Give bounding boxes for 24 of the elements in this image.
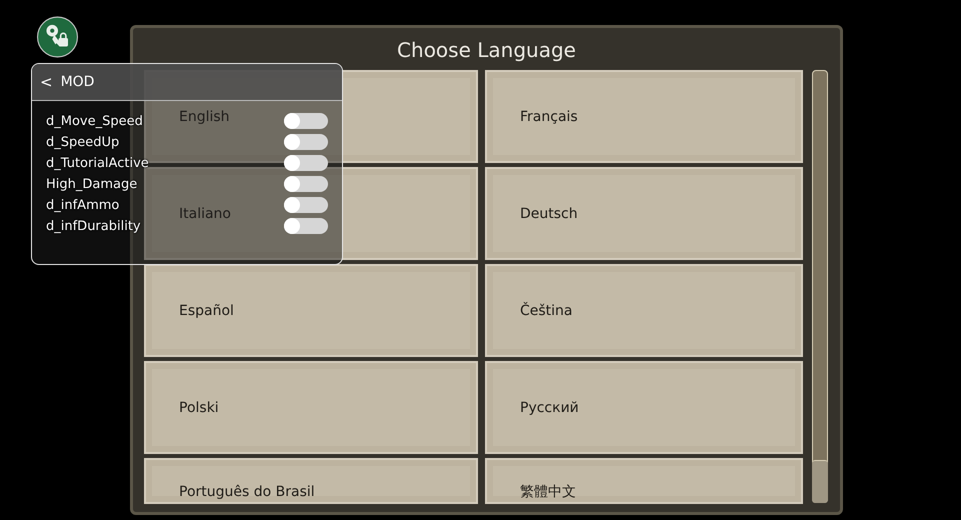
menu-title: MOD — [60, 74, 94, 90]
language-button[interactable]: Čeština — [485, 264, 803, 357]
language-button[interactable]: 繁體中文 — [485, 458, 803, 504]
language-button[interactable]: Français — [485, 70, 803, 163]
language-button[interactable]: Polski — [144, 361, 478, 454]
toggle-switch[interactable] — [284, 134, 328, 150]
scroll-thumb[interactable] — [812, 460, 828, 503]
dialog-title: Choose Language — [397, 38, 576, 64]
option-label: d_SpeedUp — [46, 134, 120, 150]
toggle-switch[interactable] — [284, 155, 328, 171]
back-button[interactable]: < — [40, 73, 53, 91]
scrollbar[interactable] — [812, 70, 828, 503]
language-button[interactable]: Español — [144, 264, 478, 357]
toggle-switch[interactable] — [284, 113, 328, 129]
option-label: d_Move_Speed — [46, 114, 143, 128]
toggle-switch[interactable] — [284, 176, 328, 192]
toggle-switch[interactable] — [284, 218, 328, 234]
language-button[interactable]: Português do Brasil — [144, 458, 478, 504]
option-label: High_Damage — [46, 176, 138, 192]
option-label: d_infDurability — [46, 218, 141, 234]
language-button[interactable]: Deutsch — [485, 167, 803, 260]
toggle-switch[interactable] — [284, 197, 328, 213]
language-button[interactable]: Русский — [485, 361, 803, 454]
option-label: d_infAmmo — [46, 198, 120, 212]
